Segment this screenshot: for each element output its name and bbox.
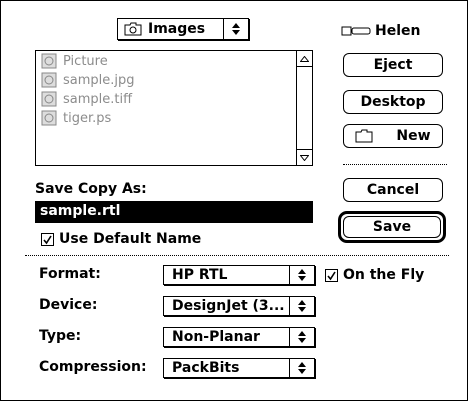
file-name: sample.tiff bbox=[63, 91, 133, 107]
new-folder-button[interactable]: New bbox=[343, 124, 443, 148]
popup-arrows-icon bbox=[289, 359, 314, 377]
on-the-fly-checkbox[interactable]: On the Fly bbox=[325, 267, 424, 283]
format-popup[interactable]: HP RTL bbox=[163, 265, 315, 285]
file-icon bbox=[41, 53, 57, 69]
device-value: DesignJet (3... bbox=[172, 298, 285, 314]
volume-name: Helen bbox=[375, 23, 421, 39]
new-folder-icon bbox=[355, 129, 373, 143]
on-the-fly-label: On the Fly bbox=[343, 267, 425, 283]
popup-arrows-icon bbox=[289, 266, 314, 284]
file-icon bbox=[41, 110, 57, 126]
list-item[interactable]: sample.jpg bbox=[41, 72, 135, 88]
checkbox-checked-icon bbox=[41, 232, 54, 246]
list-item[interactable]: Picture bbox=[41, 53, 108, 69]
save-button[interactable]: Save bbox=[343, 216, 441, 238]
file-icon bbox=[41, 72, 57, 88]
save-as-value: sample.rtl bbox=[40, 203, 121, 219]
compression-value: PackBits bbox=[172, 360, 240, 376]
use-default-name-checkbox[interactable]: Use Default Name bbox=[41, 231, 201, 247]
popup-arrows-icon bbox=[223, 19, 248, 39]
disk-icon bbox=[341, 25, 371, 37]
divider bbox=[343, 164, 447, 165]
file-list-scrollbar[interactable] bbox=[296, 51, 312, 165]
desktop-button[interactable]: Desktop bbox=[343, 90, 443, 114]
file-name: tiger.ps bbox=[63, 110, 112, 126]
checkbox-checked-icon bbox=[325, 268, 338, 282]
type-popup[interactable]: Non-Planar bbox=[163, 327, 315, 347]
separator bbox=[25, 255, 449, 256]
list-item[interactable]: sample.tiff bbox=[41, 91, 132, 107]
compression-popup[interactable]: PackBits bbox=[163, 358, 315, 378]
type-label: Type: bbox=[39, 328, 82, 344]
device-popup[interactable]: DesignJet (3... bbox=[163, 296, 315, 316]
file-name: sample.jpg bbox=[63, 72, 135, 88]
format-label: Format: bbox=[39, 266, 101, 282]
eject-button[interactable]: Eject bbox=[343, 53, 443, 77]
type-value: Non-Planar bbox=[172, 329, 260, 345]
file-icon bbox=[41, 91, 57, 107]
popup-arrows-icon bbox=[289, 297, 314, 315]
list-item[interactable]: tiger.ps bbox=[41, 110, 111, 126]
folder-popup-label: Images bbox=[148, 21, 206, 37]
volume-label: Helen bbox=[341, 23, 420, 39]
use-default-name-label: Use Default Name bbox=[59, 231, 202, 247]
new-folder-label: New bbox=[396, 128, 431, 144]
save-dialog: Images Helen Picture sample.jpg sample.t bbox=[0, 0, 468, 401]
save-as-label: Save Copy As: bbox=[35, 181, 147, 197]
save-as-field[interactable]: sample.rtl bbox=[35, 201, 313, 223]
device-label: Device: bbox=[39, 297, 98, 313]
scroll-down-arrow-icon[interactable] bbox=[297, 149, 312, 165]
cancel-button[interactable]: Cancel bbox=[343, 178, 443, 202]
file-name: Picture bbox=[63, 53, 108, 69]
folder-icon bbox=[124, 22, 142, 36]
folder-popup[interactable]: Images bbox=[117, 18, 249, 40]
format-value: HP RTL bbox=[172, 267, 228, 283]
popup-arrows-icon bbox=[289, 328, 314, 346]
compression-label: Compression: bbox=[39, 359, 147, 375]
scroll-up-arrow-icon[interactable] bbox=[297, 51, 312, 67]
